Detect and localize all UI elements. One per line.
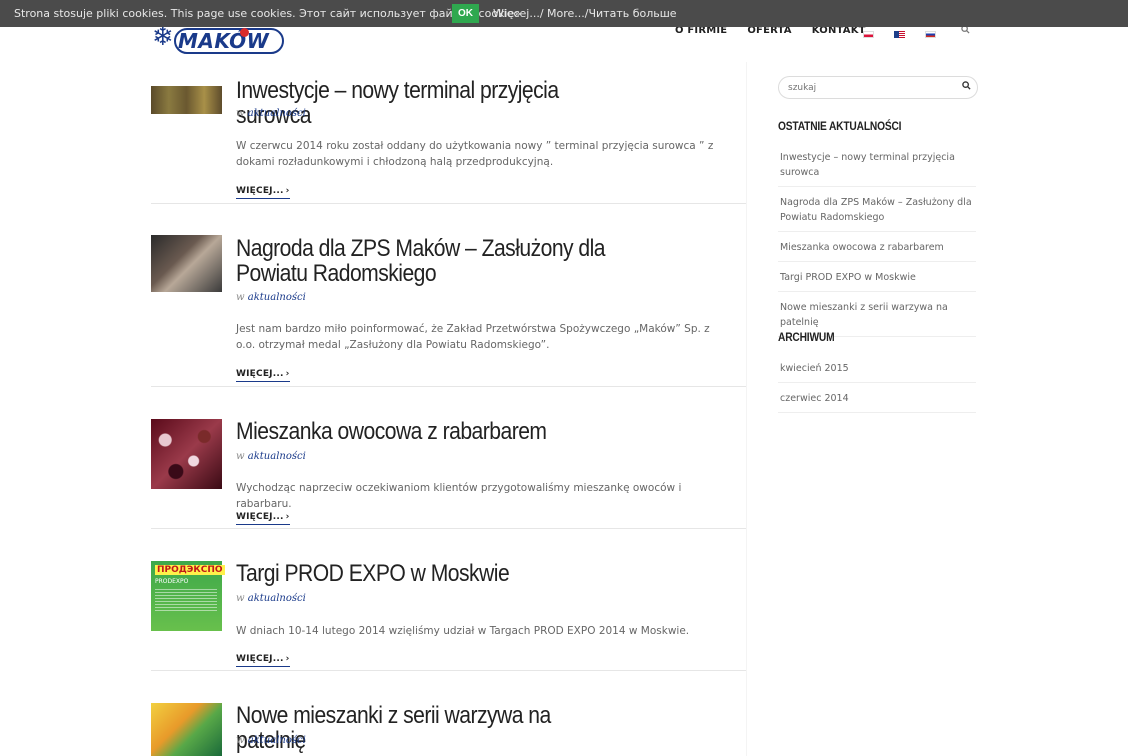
search-input[interactable] — [788, 81, 948, 95]
post-title[interactable]: Mieszanka owocowa z rabarbarem — [236, 419, 623, 444]
site-logo[interactable]: ❄ MAKÓW — [152, 22, 286, 58]
post-item: Inwestycje – nowy terminal przyjęcia sur… — [151, 62, 746, 204]
archive-list: kwiecień 2015 czerwiec 2014 — [778, 353, 976, 413]
post-excerpt: W czerwcu 2014 roku został oddany do uży… — [236, 140, 714, 168]
cookie-message: Strona stosuje pliki cookies. This page … — [14, 7, 521, 20]
post-title[interactable]: Nagroda dla ZPS Maków – Zasłużony dla Po… — [236, 236, 623, 286]
read-more-link[interactable]: WIĘCEJ... › — [236, 369, 290, 382]
recent-posts-list: Inwestycje – nowy terminal przyjęcia sur… — [778, 142, 976, 337]
thumbnail-subcaption: PRODEXPO — [155, 578, 189, 585]
read-more-link[interactable]: WIĘCEJ... › — [236, 512, 290, 525]
post-category-link[interactable]: aktualności — [248, 593, 306, 604]
content-divider — [746, 62, 747, 756]
apple-icon — [240, 28, 249, 37]
chevron-right-icon: › — [285, 186, 290, 196]
logo-text: MAKÓW — [178, 29, 270, 53]
post-category-link[interactable]: aktualności — [248, 451, 306, 462]
post-item: Mieszanka owocowa z rabarbarem w aktualn… — [151, 405, 746, 529]
post-category-link[interactable]: aktualności — [248, 292, 306, 303]
read-more-link[interactable]: WIĘCEJ... › — [236, 186, 290, 199]
post-thumbnail[interactable] — [151, 419, 222, 489]
cookie-accept-button[interactable]: OK — [452, 4, 479, 23]
post-meta: w aktualności — [236, 593, 306, 604]
post-thumbnail[interactable] — [151, 86, 222, 114]
chevron-right-icon: › — [285, 369, 290, 379]
polish-flag-icon[interactable] — [863, 31, 874, 38]
post-item: Nagroda dla ZPS Maków – Zasłużony dla Po… — [151, 222, 746, 387]
post-category-link[interactable]: aktualności — [248, 108, 306, 119]
recent-post-link[interactable]: Inwestycje – nowy terminal przyjęcia sur… — [778, 142, 976, 187]
post-thumbnail[interactable] — [151, 235, 222, 292]
post-thumbnail[interactable]: ПРОДЭКСПО PRODEXPO — [151, 561, 225, 631]
recent-posts-title: OSTATNIE AKTUALNOŚCI — [778, 119, 902, 133]
post-meta: w aktualności — [236, 451, 306, 462]
post-excerpt: W dniach 10-14 lutego 2014 wzięliśmy udz… — [236, 625, 690, 637]
post-category-link[interactable]: aktualności — [248, 735, 306, 746]
snowflake-icon: ❄ — [152, 22, 174, 52]
thumbnail-text-lines — [155, 589, 217, 611]
chevron-right-icon: › — [285, 512, 290, 522]
post-excerpt: Wychodząc naprzeciw oczekiwaniom klientó… — [236, 482, 682, 510]
post-meta: w aktualności — [236, 735, 306, 746]
archive-link[interactable]: kwiecień 2015 — [778, 353, 976, 383]
post-item: ПРОДЭКСПО PRODEXPO Targi PROD EXPO w Mos… — [151, 547, 746, 671]
sidebar-search — [778, 76, 978, 99]
thumbnail-caption: ПРОДЭКСПО — [155, 565, 225, 575]
read-more-link[interactable]: WIĘCEJ... › — [236, 654, 290, 667]
post-title[interactable]: Targi PROD EXPO w Moskwie — [236, 561, 623, 586]
post-meta: w aktualności — [236, 292, 306, 303]
post-meta: w aktualności — [236, 108, 306, 119]
chevron-right-icon: › — [285, 654, 290, 664]
search-icon[interactable] — [962, 80, 971, 93]
recent-post-link[interactable]: Targi PROD EXPO w Moskwie — [778, 262, 976, 292]
post-thumbnail[interactable] — [151, 703, 222, 756]
post-item: Nowe mieszanki z serii warzywa na pateln… — [151, 689, 746, 756]
post-title[interactable]: Inwestycje – nowy terminal przyjęcia sur… — [236, 78, 623, 128]
archive-title: ARCHIWUM — [778, 330, 835, 344]
russian-flag-icon[interactable] — [925, 31, 936, 38]
cookie-more-link[interactable]: Więcej.../ More.../Читать больше — [493, 7, 677, 20]
archive-link[interactable]: czerwiec 2014 — [778, 383, 976, 413]
post-excerpt: Jest nam bardzo miło poinformować, że Za… — [236, 323, 710, 351]
english-flag-icon[interactable] — [894, 31, 905, 38]
recent-post-link[interactable]: Mieszanka owocowa z rabarbarem — [778, 232, 976, 262]
cookie-bar: Strona stosuje pliki cookies. This page … — [0, 0, 1128, 27]
recent-post-link[interactable]: Nagroda dla ZPS Maków – Zasłużony dla Po… — [778, 187, 976, 232]
